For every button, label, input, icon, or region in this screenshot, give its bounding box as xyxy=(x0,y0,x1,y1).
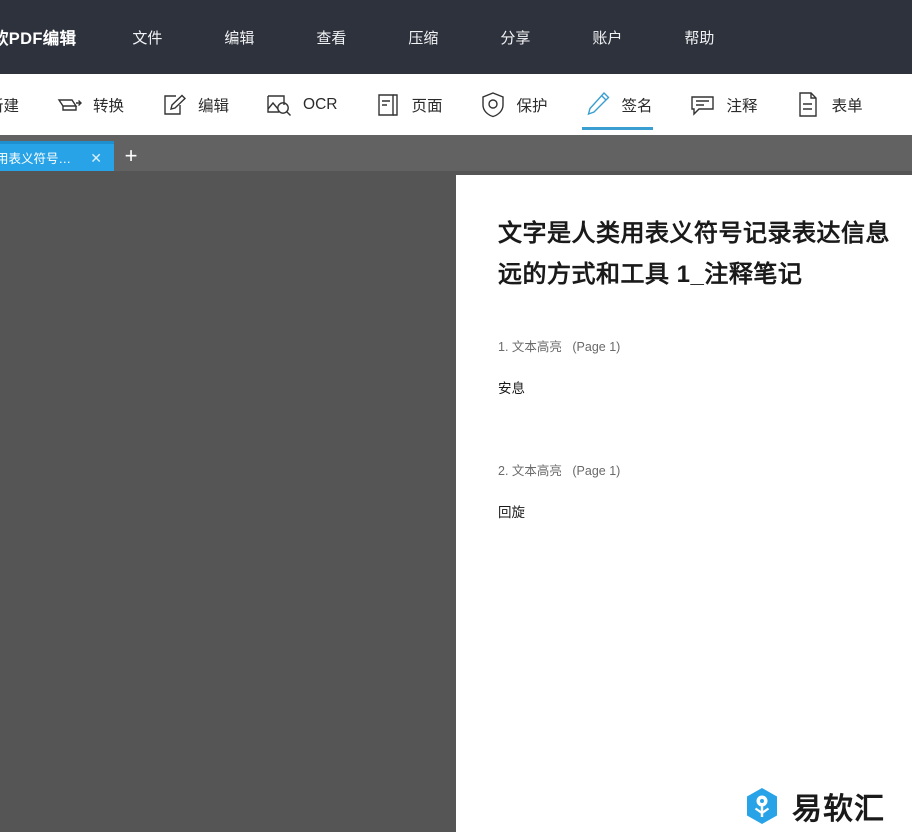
menu-share[interactable]: 分享 xyxy=(490,21,540,54)
document-page[interactable]: 文字是人类用表义符号记录表达信息 远的方式和工具 1_注释笔记 1. 文本高亮 … xyxy=(456,175,912,832)
annotation-text: 回旋 xyxy=(498,505,525,520)
page-title: 文字是人类用表义符号记录表达信息 远的方式和工具 1_注释笔记 xyxy=(498,213,912,296)
new-tab-button[interactable]: + xyxy=(114,141,148,171)
annotation-page: (Page 1) xyxy=(572,340,621,354)
tool-new-label: 新建 xyxy=(0,97,20,115)
tool-form[interactable]: 表单 xyxy=(786,74,869,135)
annotation-header: 2. 文本高亮 (Page 1) xyxy=(498,460,898,479)
yiruanhui-logo-icon xyxy=(742,786,782,826)
annotation-text: 安息 xyxy=(498,381,525,396)
document-workspace[interactable]: 文字是人类用表义符号记录表达信息 远的方式和工具 1_注释笔记 1. 文本高亮 … xyxy=(0,171,912,832)
tool-ocr-label: OCR xyxy=(303,95,338,113)
tool-signature-label: 签名 xyxy=(621,97,653,115)
document-tab-strip: 用表义符号… ✕ + xyxy=(0,135,912,171)
toolbar: 新建 转换 编辑 xyxy=(0,74,912,135)
menu-file[interactable]: 文件 xyxy=(122,21,172,54)
convert-icon xyxy=(53,89,85,121)
signature-pen-icon xyxy=(582,89,614,121)
watermark-text: 易软汇 xyxy=(792,792,885,827)
menu-bar: 软PDF编辑 文件 编辑 查看 压缩 分享 账户 帮助 xyxy=(0,0,912,74)
tool-convert-label: 转换 xyxy=(93,97,125,115)
tool-protect-label: 保护 xyxy=(516,97,548,115)
tool-signature[interactable]: 签名 xyxy=(576,74,659,135)
comment-icon xyxy=(687,89,719,121)
tool-new[interactable]: 新建 xyxy=(0,74,25,135)
tool-pages-label: 页面 xyxy=(411,97,443,115)
tool-convert[interactable]: 转换 xyxy=(47,74,130,135)
tool-edit[interactable]: 编辑 xyxy=(152,74,235,135)
menu-view[interactable]: 查看 xyxy=(306,21,356,54)
list-item[interactable]: 1. 文本高亮 (Page 1) 安息 xyxy=(498,336,898,397)
document-tab-active[interactable]: 用表义符号… ✕ xyxy=(0,141,114,171)
ocr-scan-icon xyxy=(263,89,295,121)
menu-edit[interactable]: 编辑 xyxy=(214,21,264,54)
menu-items: 文件 编辑 查看 压缩 分享 账户 帮助 xyxy=(122,21,724,54)
annotation-list: 1. 文本高亮 (Page 1) 安息 2. 文本高亮 (Page 1) 回旋 xyxy=(498,336,898,584)
annotation-index: 1. 文本高亮 xyxy=(498,340,562,354)
page-title-line-1: 文字是人类用表义符号记录表达信息 xyxy=(498,220,890,247)
tool-comment-label: 注释 xyxy=(726,97,758,115)
annotation-index: 2. 文本高亮 xyxy=(498,464,562,478)
close-icon[interactable]: ✕ xyxy=(86,149,106,167)
app-title: 软PDF编辑 xyxy=(0,30,77,48)
tab-strip-empty-area xyxy=(148,141,912,171)
document-tab-label: 用表义符号… xyxy=(0,152,72,166)
tool-form-label: 表单 xyxy=(831,97,863,115)
annotation-header: 1. 文本高亮 (Page 1) xyxy=(498,336,898,355)
watermark: 易软汇 xyxy=(742,784,885,828)
tool-comment[interactable]: 注释 xyxy=(681,74,764,135)
tool-edit-label: 编辑 xyxy=(198,97,230,115)
edit-pencil-icon xyxy=(158,89,190,121)
list-item[interactable]: 2. 文本高亮 (Page 1) 回旋 xyxy=(498,460,898,521)
tool-protect[interactable]: 保护 xyxy=(471,74,554,135)
menu-compress[interactable]: 压缩 xyxy=(398,21,448,54)
menu-help[interactable]: 帮助 xyxy=(674,21,724,54)
tool-ocr[interactable]: OCR xyxy=(257,74,343,135)
form-icon xyxy=(792,89,824,121)
tool-pages[interactable]: 页面 xyxy=(366,74,449,135)
menu-account[interactable]: 账户 xyxy=(582,21,632,54)
page-title-line-2: 远的方式和工具 1_注释笔记 xyxy=(498,261,803,289)
shield-protect-icon xyxy=(477,89,509,121)
pages-icon xyxy=(372,89,404,121)
annotation-page: (Page 1) xyxy=(572,464,621,478)
